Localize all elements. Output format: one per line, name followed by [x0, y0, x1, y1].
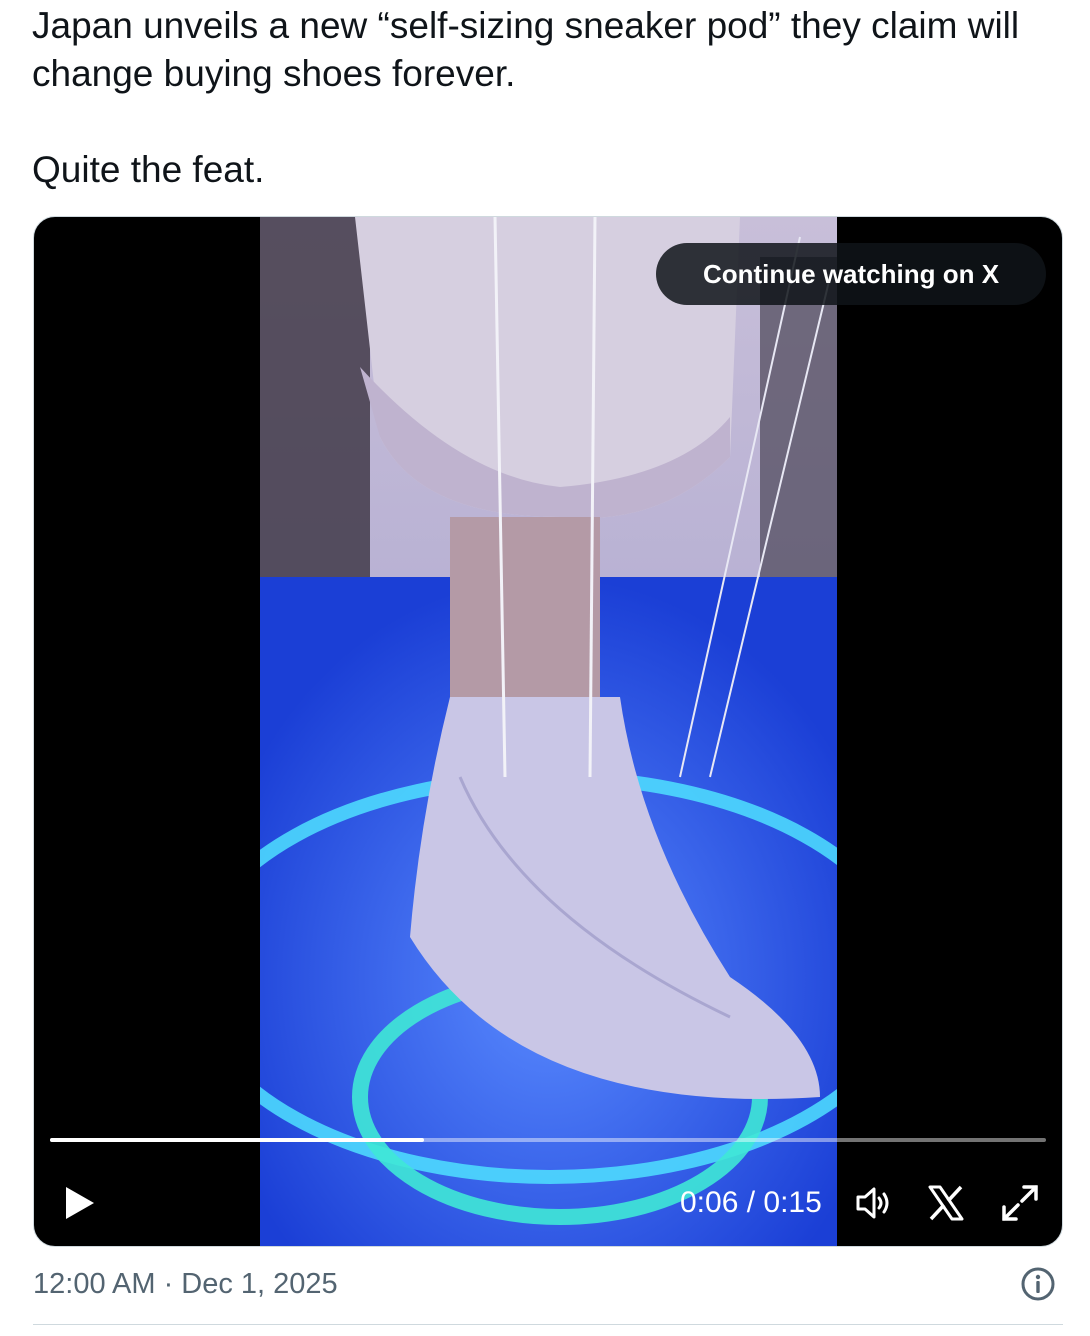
tweet-text-line-1: Japan unveils a new “self-sizing sneaker…	[32, 5, 1030, 94]
x-logo-icon[interactable]	[924, 1181, 968, 1225]
info-icon[interactable]	[1020, 1266, 1056, 1302]
video-progress-fill	[50, 1138, 424, 1142]
continue-watching-button[interactable]: Continue watching on X	[656, 243, 1046, 305]
tweet-text: Japan unveils a new “self-sizing sneaker…	[32, 2, 1052, 194]
divider	[33, 1324, 1063, 1325]
video-controls: 0:06 / 0:15	[34, 1167, 1062, 1237]
volume-icon[interactable]	[852, 1181, 896, 1225]
video-frame	[260, 217, 837, 1246]
video-time-display: 0:06 / 0:15	[680, 1186, 822, 1219]
fullscreen-icon[interactable]	[998, 1181, 1042, 1225]
play-icon[interactable]	[58, 1183, 98, 1223]
video-frame-illustration	[260, 217, 837, 1246]
tweet-timestamp[interactable]: 12:00 AM · Dec 1, 2025	[33, 1262, 338, 1306]
video-progress-bar[interactable]	[50, 1138, 1046, 1142]
tweet-text-line-2: Quite the feat.	[32, 149, 265, 190]
video-player[interactable]: Continue watching on X 0:06 / 0:15	[33, 216, 1063, 1247]
